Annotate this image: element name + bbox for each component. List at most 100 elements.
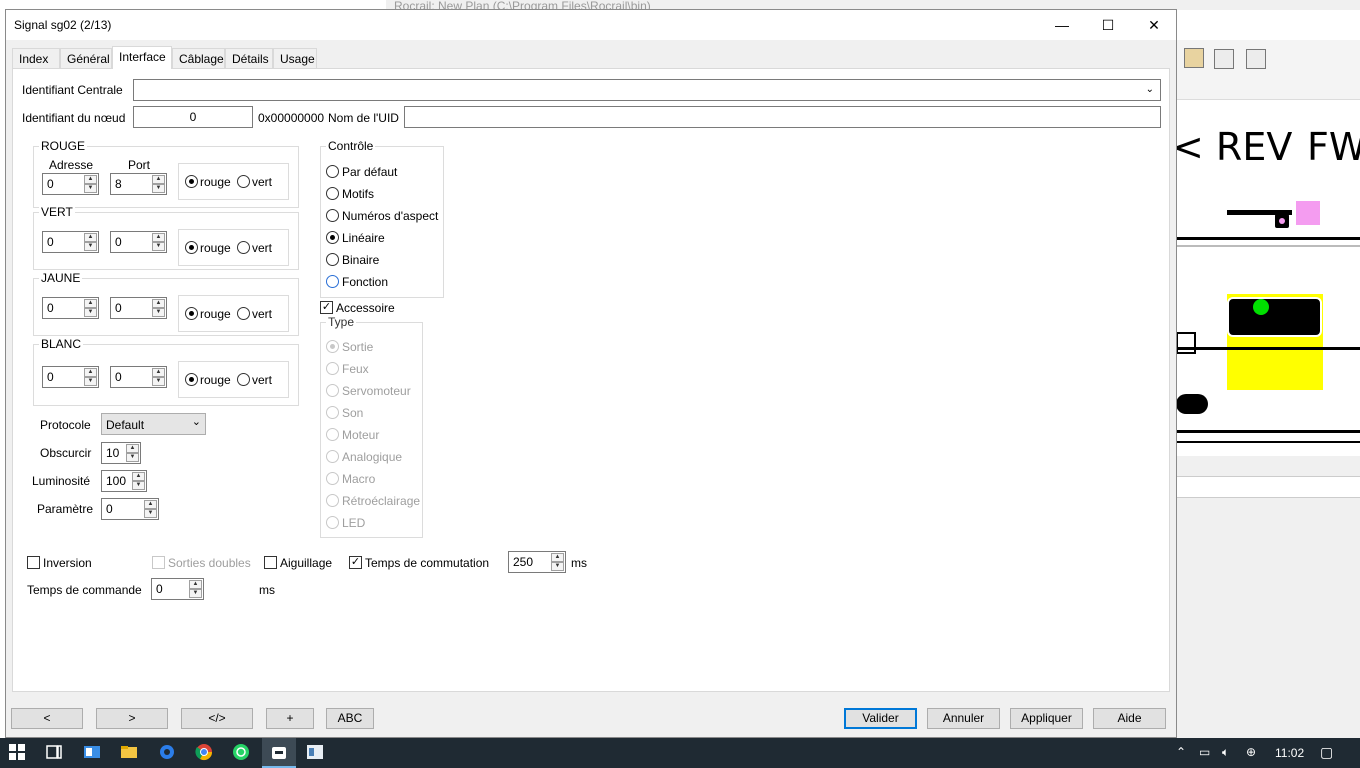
spin-down-icon[interactable]: ▼ xyxy=(551,562,564,571)
uid-input[interactable] xyxy=(404,106,1161,128)
spin-down-icon[interactable]: ▼ xyxy=(84,308,97,317)
spin-up-icon[interactable]: ▲ xyxy=(551,553,564,562)
file-explorer-icon[interactable] xyxy=(120,743,140,763)
next-button[interactable]: > xyxy=(96,708,168,729)
task-view-icon[interactable] xyxy=(45,743,65,763)
spin-up-icon[interactable]: ▲ xyxy=(132,472,145,481)
temps-commutation-checkbox[interactable]: ✓ xyxy=(349,556,362,569)
tab-details[interactable]: Détails xyxy=(225,48,273,68)
jaune-address-spinner[interactable]: 0 ▲ ▼ xyxy=(42,297,99,319)
control-radio-motifs[interactable] xyxy=(326,187,339,200)
blanc-address-spinner[interactable]: 0 ▲ ▼ xyxy=(42,366,99,388)
blanc-radio-rouge[interactable] xyxy=(185,373,198,386)
jaune-radio-vert[interactable] xyxy=(237,307,250,320)
type-radio-feux[interactable] xyxy=(326,362,339,375)
rouge-radio-rouge[interactable] xyxy=(185,175,198,188)
dialog-titlebar[interactable]: Signal sg02 (2/13) — ☐ ✕ xyxy=(6,10,1176,40)
app-icon[interactable] xyxy=(306,743,326,763)
node-input[interactable]: 0 xyxy=(133,106,253,128)
temps-commutation-spinner[interactable]: 250 ▲ ▼ xyxy=(508,551,566,573)
blanc-port-spinner[interactable]: 0 ▲ ▼ xyxy=(110,366,167,388)
luminosite-spinner[interactable]: 100 ▲ ▼ xyxy=(101,470,147,492)
cancel-button[interactable]: Annuler xyxy=(927,708,1000,729)
spin-up-icon[interactable]: ▲ xyxy=(84,175,97,184)
control-radio-binaire[interactable] xyxy=(326,253,339,266)
apply-button[interactable]: Appliquer xyxy=(1010,708,1083,729)
maximize-button[interactable]: ☐ xyxy=(1085,10,1131,40)
spin-down-icon[interactable]: ▼ xyxy=(84,242,97,251)
spin-up-icon[interactable]: ▲ xyxy=(152,175,165,184)
spin-down-icon[interactable]: ▼ xyxy=(189,589,202,598)
tab-cablage[interactable]: Câblage xyxy=(172,48,225,68)
spin-down-icon[interactable]: ▼ xyxy=(152,308,165,317)
spin-up-icon[interactable]: ▲ xyxy=(84,233,97,242)
control-radio-default[interactable] xyxy=(326,165,339,178)
control-radio-aspects[interactable] xyxy=(326,209,339,222)
jaune-port-spinner[interactable]: 0 ▲ ▼ xyxy=(110,297,167,319)
type-radio-sortie[interactable] xyxy=(326,340,339,353)
edge-icon[interactable] xyxy=(158,743,178,763)
spin-up-icon[interactable]: ▲ xyxy=(189,580,202,589)
track-plan[interactable]: < REV FW xyxy=(1172,101,1360,456)
chevron-up-icon[interactable]: ⌃ xyxy=(1176,745,1186,759)
notifications-icon[interactable]: ▢ xyxy=(1320,744,1333,761)
vert-radio-vert[interactable] xyxy=(237,241,250,254)
rouge-port-spinner[interactable]: 8 ▲ ▼ xyxy=(110,173,167,195)
obscurcir-spinner[interactable]: 10 ▲ ▼ xyxy=(101,442,141,464)
whatsapp-icon[interactable] xyxy=(232,743,252,763)
type-radio-macro[interactable] xyxy=(326,472,339,485)
battery-icon[interactable]: ▭ xyxy=(1199,745,1210,759)
volume-icon[interactable]: 🔈︎ xyxy=(1222,745,1229,760)
type-radio-led[interactable] xyxy=(326,516,339,529)
spin-down-icon[interactable]: ▼ xyxy=(152,242,165,251)
type-radio-analogique[interactable] xyxy=(326,450,339,463)
central-combobox[interactable]: ⌄ xyxy=(133,79,1161,101)
xml-button[interactable]: </> xyxy=(181,708,253,729)
minimize-button[interactable]: — xyxy=(1039,10,1085,40)
tab-usage[interactable]: Usage xyxy=(273,48,317,68)
spin-up-icon[interactable]: ▲ xyxy=(144,500,157,509)
people-icon[interactable] xyxy=(1184,48,1204,68)
clock[interactable]: 11:02 xyxy=(1275,746,1304,760)
spin-up-icon[interactable]: ▲ xyxy=(84,368,97,377)
spin-down-icon[interactable]: ▼ xyxy=(144,509,157,518)
abc-button[interactable]: ABC xyxy=(326,708,374,729)
spin-up-icon[interactable]: ▲ xyxy=(152,368,165,377)
previous-button[interactable]: < xyxy=(11,708,83,729)
command-time-spinner[interactable]: 0 ▲ ▼ xyxy=(151,578,204,600)
rouge-radio-vert[interactable] xyxy=(237,175,250,188)
tab-index[interactable]: Index xyxy=(12,48,60,68)
validate-button[interactable]: Valider xyxy=(844,708,917,729)
type-radio-retro[interactable] xyxy=(326,494,339,507)
control-radio-lineaire[interactable] xyxy=(326,231,339,244)
parametre-spinner[interactable]: 0 ▲ ▼ xyxy=(101,498,159,520)
tab-interface[interactable]: Interface xyxy=(112,46,172,69)
vert-port-spinner[interactable]: 0 ▲ ▼ xyxy=(110,231,167,253)
spin-up-icon[interactable]: ▲ xyxy=(126,444,139,453)
outlook-icon[interactable] xyxy=(83,743,103,763)
spin-down-icon[interactable]: ▼ xyxy=(84,377,97,386)
jaune-radio-rouge[interactable] xyxy=(185,307,198,320)
control-radio-fonction[interactable] xyxy=(326,275,339,288)
accessory-checkbox[interactable]: ✓ xyxy=(320,301,333,314)
protocol-select[interactable]: Default ⌄ xyxy=(101,413,206,435)
network-icon[interactable]: ⊕ xyxy=(1246,745,1256,759)
spin-up-icon[interactable]: ▲ xyxy=(152,233,165,242)
notes-icon[interactable] xyxy=(1214,49,1234,69)
inversion-checkbox[interactable] xyxy=(27,556,40,569)
spin-up-icon[interactable]: ▲ xyxy=(152,299,165,308)
spin-down-icon[interactable]: ▼ xyxy=(132,481,145,490)
sorties-doubles-checkbox[interactable] xyxy=(152,556,165,569)
windows-start-icon[interactable] xyxy=(8,743,28,763)
list-icon[interactable] xyxy=(1246,49,1266,69)
type-radio-son[interactable] xyxy=(326,406,339,419)
spin-down-icon[interactable]: ▼ xyxy=(152,377,165,386)
add-button[interactable]: + xyxy=(266,708,314,729)
blanc-radio-vert[interactable] xyxy=(237,373,250,386)
help-button[interactable]: Aide xyxy=(1093,708,1166,729)
vert-radio-rouge[interactable] xyxy=(185,241,198,254)
type-radio-servo[interactable] xyxy=(326,384,339,397)
spin-down-icon[interactable]: ▼ xyxy=(126,453,139,462)
aiguillage-checkbox[interactable] xyxy=(264,556,277,569)
spin-down-icon[interactable]: ▼ xyxy=(84,184,97,193)
